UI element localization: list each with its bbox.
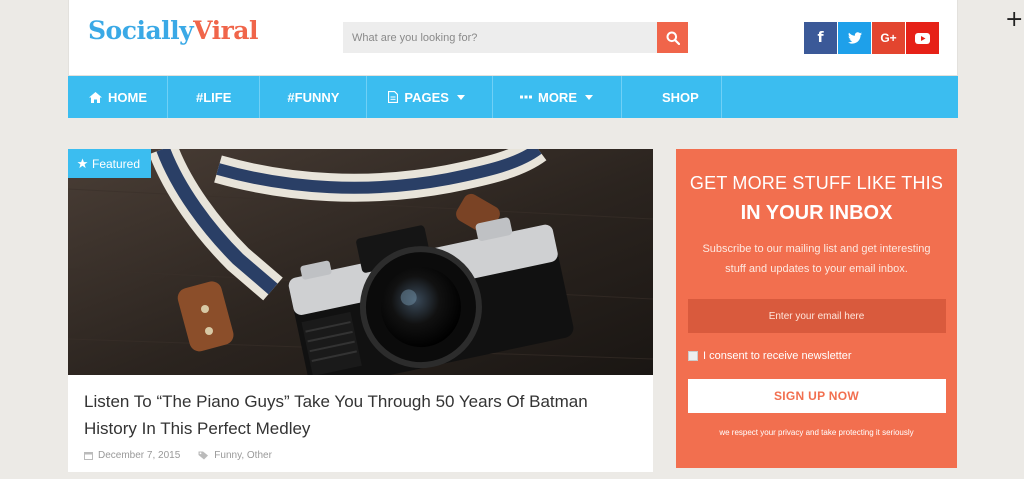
- newsletter-title-line2: IN YOUR INBOX: [740, 202, 893, 224]
- search-input[interactable]: [343, 22, 657, 53]
- search-icon: [666, 31, 680, 45]
- facebook-icon[interactable]: f: [804, 22, 837, 54]
- twitter-icon[interactable]: [838, 22, 871, 54]
- nav-item-label: MORE: [537, 89, 577, 105]
- site-logo[interactable]: SociallyViral: [88, 16, 258, 45]
- featured-badge[interactable]: Featured: [68, 149, 152, 178]
- nav-item-more[interactable]: MORE: [493, 76, 622, 118]
- privacy-note: we respect your privacy and take protect…: [719, 428, 914, 437]
- featured-post-title[interactable]: Listen To “The Piano Guys” Take You Thro…: [68, 375, 653, 442]
- google-plus-icon[interactable]: G+: [872, 22, 905, 54]
- nav-item-label: PAGES: [404, 89, 449, 105]
- nav-item-pages[interactable]: PAGES: [367, 76, 493, 118]
- calendar-icon: [84, 452, 93, 460]
- site-header: SociallyViral f G+: [68, 0, 958, 76]
- crosshair-cursor-icon: +: [1005, 7, 1024, 32]
- logo-text-part1: Socially: [88, 16, 194, 45]
- post-meta: December 7, 2015 Funny, Other: [68, 442, 653, 469]
- newsletter-title-line1: GET MORE STUFF LIKE THIS: [689, 173, 944, 193]
- consent-row: I consent to receive newsletter: [688, 350, 957, 362]
- post-categories: Funny, Other: [198, 450, 272, 461]
- star-icon: [77, 158, 88, 169]
- chevron-down-icon: [456, 94, 465, 100]
- search-bar: [343, 22, 688, 53]
- featured-post-card: Featured Listen To “The Piano Guys” Take…: [68, 149, 653, 472]
- signup-button[interactable]: SIGN UP NOW: [687, 379, 946, 413]
- main-nav: HOME #LIFE #FUNNY PAGES MORE SHOP: [68, 76, 958, 118]
- featured-badge-label: Featured: [92, 156, 141, 171]
- logo-text-part2: Viral: [193, 16, 258, 45]
- newsletter-description: Subscribe to our mailing list and get in…: [702, 243, 931, 275]
- youtube-icon[interactable]: [906, 22, 939, 54]
- camera-photo-illustration: [68, 149, 653, 375]
- ellipsis-icon: [519, 95, 532, 99]
- nav-item-label: #FUNNY: [287, 89, 340, 105]
- search-button[interactable]: [657, 22, 688, 53]
- nav-item-home[interactable]: HOME: [69, 76, 168, 118]
- home-icon: [89, 91, 102, 103]
- nav-item-label: HOME: [108, 89, 147, 105]
- email-field[interactable]: [687, 299, 946, 333]
- social-links: f G+: [804, 22, 939, 54]
- tag-icon: [198, 451, 209, 460]
- newsletter-widget: GET MORE STUFF LIKE THIS IN YOUR INBOX S…: [676, 149, 957, 468]
- post-date-text: December 7, 2015: [98, 450, 181, 461]
- nav-item-funny[interactable]: #FUNNY: [260, 76, 368, 118]
- nav-item-label: SHOP: [661, 89, 699, 105]
- consent-label: I consent to receive newsletter: [703, 350, 852, 362]
- chevron-down-icon: [584, 94, 593, 100]
- featured-post-image[interactable]: Featured: [68, 149, 653, 375]
- post-categories-text[interactable]: Funny, Other: [214, 450, 272, 461]
- consent-checkbox[interactable]: [688, 351, 698, 361]
- post-date: December 7, 2015: [84, 450, 180, 461]
- nav-item-life[interactable]: #LIFE: [168, 76, 261, 118]
- page-container: SociallyViral f G+ HOME: [68, 0, 958, 472]
- nav-item-shop[interactable]: SHOP: [622, 76, 722, 118]
- nav-item-label: #LIFE: [196, 89, 232, 105]
- document-icon: [388, 91, 399, 103]
